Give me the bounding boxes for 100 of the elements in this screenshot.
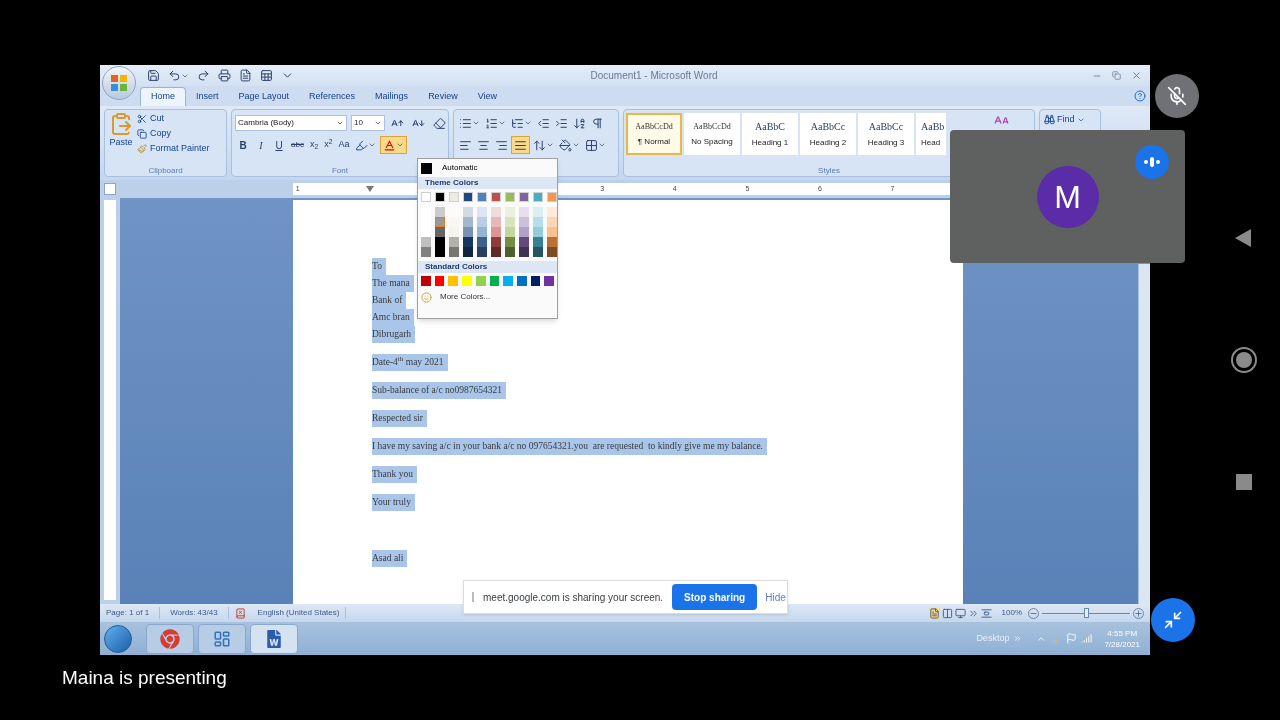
underline-button[interactable]: U (271, 137, 287, 153)
shade-column[interactable] (435, 207, 445, 257)
ribbon-tab[interactable]: References (299, 87, 366, 106)
caret-icon (572, 141, 580, 149)
help-icon[interactable] (1134, 90, 1146, 102)
taskbar-app[interactable] (146, 623, 194, 654)
decrease-indent-icon (537, 116, 550, 130)
font-family-dropdown[interactable]: Cambria (Body) (235, 115, 347, 131)
ribbon-tab[interactable]: Home (140, 87, 186, 106)
color-swatch[interactable] (421, 276, 431, 286)
color-swatch[interactable] (489, 276, 500, 286)
zoom-level[interactable]: 100% (1001, 607, 1022, 619)
shade-column[interactable] (519, 207, 529, 257)
copy-icon (137, 129, 147, 139)
tab-selector[interactable] (104, 183, 116, 195)
language-status[interactable]: English (United States) (251, 607, 347, 619)
color-swatch[interactable] (449, 192, 459, 202)
ribbon-tab[interactable]: Page Layout (228, 87, 300, 106)
mic-off-button[interactable] (1155, 74, 1199, 118)
copy-button[interactable]: Copy (137, 127, 210, 141)
ribbon-tab[interactable]: View (467, 87, 507, 106)
more-colors-option[interactable]: More Colors... (418, 288, 557, 306)
print-layout-icon[interactable] (928, 607, 940, 619)
color-swatch[interactable] (533, 192, 543, 202)
color-swatch[interactable] (519, 192, 529, 202)
presenter-caption: Maina is presenting (62, 666, 227, 690)
back-icon[interactable] (1235, 229, 1251, 247)
color-swatch[interactable] (434, 276, 445, 286)
style-gallery-item[interactable]: AaBb Head (916, 113, 946, 155)
color-swatch[interactable] (547, 192, 557, 202)
paste-icon (109, 112, 133, 136)
color-swatch[interactable] (530, 276, 541, 286)
home-icon[interactable] (1230, 346, 1258, 374)
color-swatch[interactable] (462, 276, 472, 286)
mic-off-icon (1167, 86, 1187, 106)
page-count[interactable]: Page: 1 of 1 (106, 607, 161, 619)
layout-icon (260, 69, 273, 82)
web-layout-icon[interactable] (954, 607, 966, 619)
shade-column[interactable] (505, 207, 515, 257)
print-icon (218, 69, 231, 82)
color-swatch[interactable] (448, 276, 459, 286)
shade-column[interactable] (533, 207, 543, 257)
zoom-in-icon[interactable] (1133, 607, 1144, 619)
strikethrough-button[interactable]: abc (289, 137, 306, 153)
automatic-color-option[interactable]: Automatic (418, 159, 557, 177)
shade-column[interactable] (491, 207, 501, 257)
color-swatch[interactable] (544, 276, 555, 286)
style-gallery-item[interactable]: AaBbCc Heading 2 (800, 113, 856, 155)
exit-fullscreen-button[interactable] (1151, 598, 1195, 642)
ribbon-tab[interactable]: Mailings (365, 87, 419, 106)
cut-button[interactable]: Cut (137, 112, 210, 126)
stop-sharing-button[interactable]: Stop sharing (672, 584, 758, 610)
indent-marker-icon[interactable] (366, 186, 375, 192)
shade-column[interactable] (477, 207, 487, 257)
style-gallery-item[interactable]: AaBbCc Heading 3 (858, 113, 914, 155)
italic-button[interactable]: I (253, 137, 269, 153)
taskbar-app[interactable] (198, 623, 246, 654)
format-painter-button[interactable]: Format Painter (137, 142, 210, 156)
print-button[interactable] (216, 66, 233, 85)
scrollbar[interactable] (1138, 264, 1150, 604)
justify-button[interactable] (511, 136, 530, 154)
style-preview: AaBbCc (868, 120, 904, 134)
color-swatch[interactable] (491, 192, 501, 202)
color-swatch[interactable] (463, 192, 473, 202)
shade-column[interactable] (463, 207, 473, 257)
zoom-slider-thumb[interactable] (1084, 607, 1089, 618)
shade-column[interactable] (547, 207, 557, 257)
change-case-button[interactable]: Aa (336, 137, 352, 153)
word-count[interactable]: Words: 43/43 (160, 607, 229, 619)
shading-icon (559, 138, 572, 152)
draft-icon[interactable] (980, 607, 992, 619)
font-size-dropdown[interactable]: 10 (351, 115, 385, 131)
style-gallery-item[interactable]: AaBbCcDd No Spacing (684, 113, 740, 155)
color-swatch[interactable] (475, 276, 486, 286)
caret-icon (546, 141, 554, 149)
menu-heading: Standard Colors (418, 261, 557, 273)
start-button[interactable] (104, 624, 132, 653)
office-button[interactable] (102, 66, 136, 100)
color-swatch[interactable] (421, 192, 431, 202)
superscript-button[interactable]: x$^{2}$ (322, 137, 335, 153)
subscript-button[interactable]: x$_{2}$ (307, 137, 321, 153)
taskbar-app[interactable] (250, 623, 298, 654)
paste-button[interactable]: Paste (109, 112, 133, 150)
hide-button[interactable]: Hide (765, 589, 786, 605)
reading-layout-icon[interactable] (941, 607, 953, 619)
ribbon-tab[interactable]: Insert (186, 87, 229, 106)
font-color-button[interactable] (380, 136, 408, 154)
color-swatch[interactable] (435, 192, 445, 202)
ribbon-tab[interactable]: Review (418, 87, 468, 106)
color-swatch[interactable] (477, 192, 487, 202)
color-swatch[interactable] (505, 192, 515, 202)
bold-button[interactable]: B (235, 137, 251, 153)
color-swatch[interactable] (503, 276, 513, 286)
color-swatch[interactable] (516, 276, 527, 286)
style-gallery-item[interactable]: AaBbCcDd ¶ Normal (626, 113, 682, 155)
proofing-icon[interactable] (234, 607, 246, 619)
office-logo-icon (110, 74, 128, 92)
style-gallery-item[interactable]: AaBbC Heading 1 (742, 113, 798, 155)
close-icon[interactable] (1131, 70, 1142, 81)
align-left-icon (459, 138, 472, 152)
